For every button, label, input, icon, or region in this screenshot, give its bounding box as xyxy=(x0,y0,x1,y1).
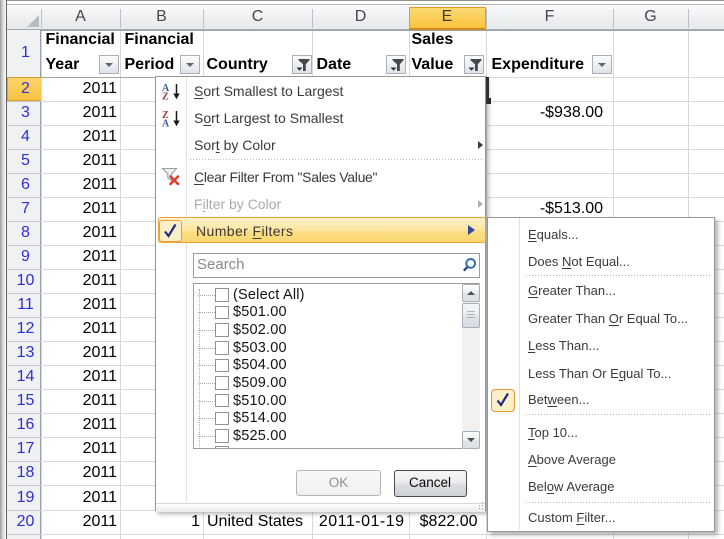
svg-text:Z: Z xyxy=(162,92,169,101)
svg-text:A: A xyxy=(162,119,170,128)
